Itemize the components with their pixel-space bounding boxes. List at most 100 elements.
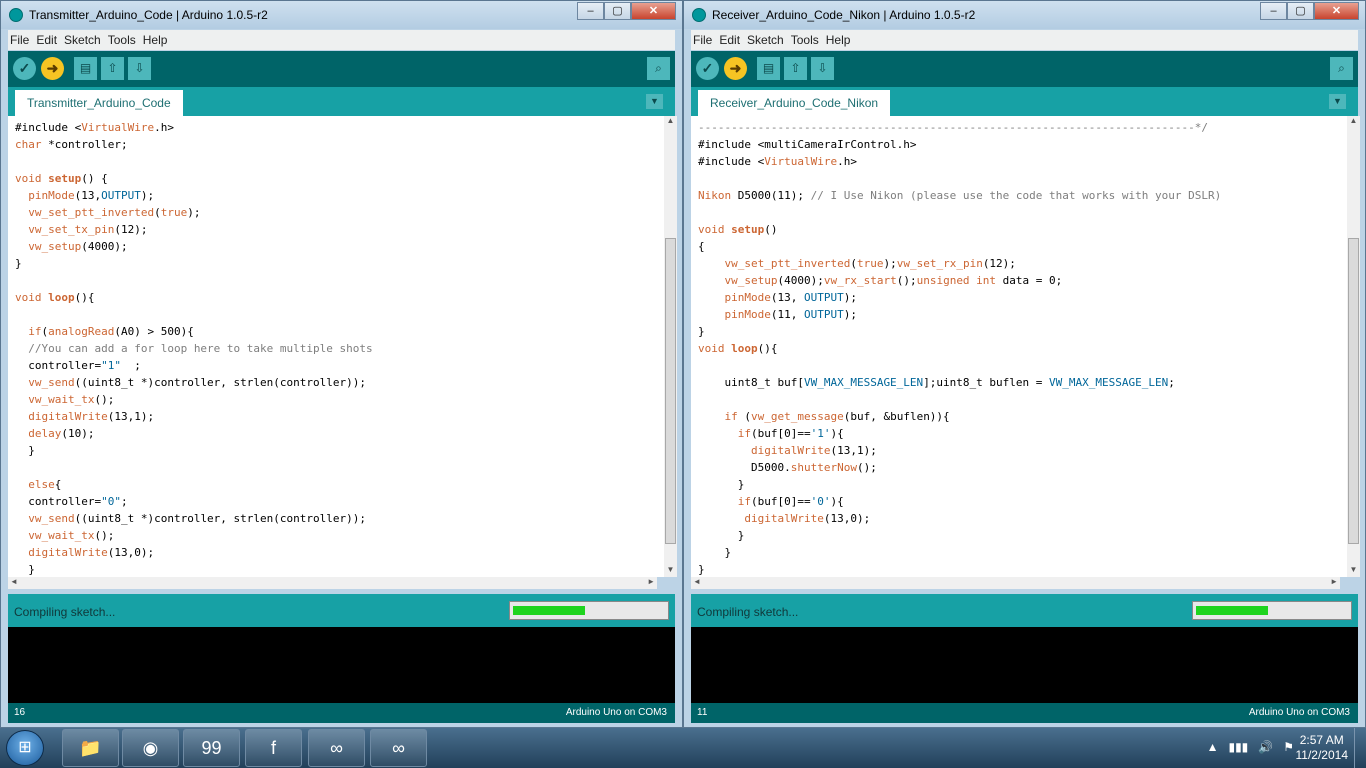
title-bar[interactable]: Transmitter_Arduino_Code | Arduino 1.0.5… bbox=[1, 1, 682, 29]
code-token: (); bbox=[896, 274, 917, 287]
scroll-left-icon[interactable]: ◄ bbox=[10, 577, 18, 586]
status-text: Compiling sketch... bbox=[14, 605, 116, 619]
volume-icon[interactable]: 🔊 bbox=[1258, 740, 1273, 754]
serial-monitor-button[interactable]: ⌕ bbox=[647, 57, 670, 80]
network-icon[interactable]: ▮▮▮ bbox=[1228, 740, 1248, 754]
tab-menu-button[interactable]: ▼ bbox=[1329, 94, 1346, 109]
arrow-up-icon: ⇧ bbox=[790, 61, 801, 75]
code-text: ----------------------------------------… bbox=[698, 119, 1347, 577]
upload-button[interactable]: ➜ bbox=[41, 57, 64, 80]
code-line: vw_set_tx_pin(12); bbox=[15, 221, 664, 238]
code-line: char *controller; bbox=[15, 136, 664, 153]
board-info: Arduino Uno on COM3 bbox=[565, 707, 667, 718]
console-output[interactable] bbox=[8, 627, 675, 703]
code-token: void bbox=[698, 342, 725, 355]
status-text: Compiling sketch... bbox=[697, 605, 799, 619]
code-editor[interactable]: ----------------------------------------… bbox=[691, 116, 1347, 577]
new-sketch-button[interactable]: ▤ bbox=[757, 57, 780, 80]
maximize-button[interactable]: ▢ bbox=[604, 2, 631, 20]
code-token: } bbox=[15, 563, 35, 576]
maximize-button[interactable]: ▢ bbox=[1287, 2, 1314, 20]
code-token: vw_setup bbox=[724, 274, 778, 287]
code-line: controller="0"; bbox=[15, 493, 664, 510]
code-line: delay(10); bbox=[15, 425, 664, 442]
tray-expand-icon[interactable]: ▲ bbox=[1207, 740, 1219, 754]
code-token: OUTPUT bbox=[803, 308, 844, 321]
start-button[interactable]: ⊞ bbox=[6, 730, 44, 766]
scroll-left-icon[interactable]: ◄ bbox=[693, 577, 701, 586]
action-center-icon[interactable]: ⚑ bbox=[1283, 740, 1294, 754]
code-token: D5000(11); bbox=[731, 189, 811, 202]
menu-file[interactable]: File bbox=[693, 33, 712, 47]
menu-help[interactable]: Help bbox=[143, 33, 168, 47]
show-desktop-button[interactable] bbox=[1354, 728, 1366, 768]
tab-transmitter[interactable]: Transmitter_Arduino_Code bbox=[15, 90, 183, 116]
taskbar-foxit[interactable]: f bbox=[245, 729, 302, 767]
scroll-down-icon[interactable]: ▼ bbox=[664, 565, 677, 577]
tab-menu-button[interactable]: ▼ bbox=[646, 94, 663, 109]
taskbar-arduino-1[interactable]: ∞ bbox=[308, 729, 365, 767]
open-sketch-button[interactable]: ⇧ bbox=[101, 57, 124, 80]
tab-bar: Transmitter_Arduino_Code ▼ bbox=[8, 87, 675, 116]
taskbar-explorer[interactable]: 📁 bbox=[62, 729, 119, 767]
scroll-thumb[interactable] bbox=[665, 238, 676, 544]
close-button[interactable]: ✕ bbox=[1314, 2, 1359, 20]
menu-edit[interactable]: Edit bbox=[719, 33, 740, 47]
scroll-up-icon[interactable]: ▲ bbox=[664, 116, 677, 128]
vertical-scrollbar[interactable]: ▲ ▼ bbox=[1347, 116, 1360, 577]
code-token: #include < bbox=[698, 155, 765, 168]
serial-monitor-button[interactable]: ⌕ bbox=[1330, 57, 1353, 80]
status-bar: Compiling sketch... bbox=[691, 594, 1358, 627]
menu-tools[interactable]: Tools bbox=[108, 33, 136, 47]
code-token: } bbox=[15, 257, 22, 270]
code-line: digitalWrite(13,0); bbox=[15, 544, 664, 561]
code-token: (); bbox=[94, 529, 115, 542]
save-sketch-button[interactable]: ⇩ bbox=[128, 57, 151, 80]
code-token: ); bbox=[843, 308, 857, 321]
title-bar[interactable]: Receiver_Arduino_Code_Nikon | Arduino 1.… bbox=[684, 1, 1365, 29]
minimize-button[interactable]: – bbox=[577, 2, 604, 20]
code-token: controller= bbox=[15, 495, 102, 508]
code-editor[interactable]: #include <VirtualWire.h> char *controller… bbox=[8, 116, 664, 577]
save-sketch-button[interactable]: ⇩ bbox=[811, 57, 834, 80]
menu-sketch[interactable]: Sketch bbox=[64, 33, 101, 47]
scroll-thumb[interactable] bbox=[1348, 238, 1359, 544]
verify-button[interactable]: ✓ bbox=[13, 57, 36, 80]
code-token: (4000); bbox=[777, 274, 824, 287]
chevron-down-icon: ▼ bbox=[1333, 96, 1342, 106]
upload-button[interactable]: ➜ bbox=[724, 57, 747, 80]
code-line: void loop(){ bbox=[15, 289, 664, 306]
scroll-up-icon[interactable]: ▲ bbox=[1347, 116, 1360, 128]
menu-edit[interactable]: Edit bbox=[36, 33, 57, 47]
console-output[interactable] bbox=[691, 627, 1358, 703]
code-token: ){ bbox=[830, 495, 844, 508]
code-token: (buf[0]== bbox=[751, 495, 811, 508]
taskbar-99[interactable]: 99 bbox=[183, 729, 240, 767]
horizontal-scrollbar[interactable]: ◄ ► bbox=[691, 577, 1340, 589]
tab-receiver[interactable]: Receiver_Arduino_Code_Nikon bbox=[698, 90, 891, 116]
menu-tools[interactable]: Tools bbox=[791, 33, 819, 47]
progress-bar bbox=[1192, 601, 1352, 620]
code-token: digitalWrite bbox=[28, 546, 108, 559]
verify-button[interactable]: ✓ bbox=[696, 57, 719, 80]
scroll-down-icon[interactable]: ▼ bbox=[1347, 565, 1360, 577]
vertical-scrollbar[interactable]: ▲ ▼ bbox=[664, 116, 677, 577]
scroll-right-icon[interactable]: ► bbox=[1330, 577, 1338, 586]
open-sketch-button[interactable]: ⇧ bbox=[784, 57, 807, 80]
close-button[interactable]: ✕ bbox=[631, 2, 676, 20]
new-sketch-button[interactable]: ▤ bbox=[74, 57, 97, 80]
menu-sketch[interactable]: Sketch bbox=[747, 33, 784, 47]
clock[interactable]: 2:57 AM 11/2/2014 bbox=[1296, 733, 1349, 763]
scroll-right-icon[interactable]: ► bbox=[647, 577, 655, 586]
taskbar-chrome[interactable]: ◉ bbox=[122, 729, 179, 767]
menu-help[interactable]: Help bbox=[826, 33, 851, 47]
code-line: } bbox=[698, 544, 1347, 561]
minimize-button[interactable]: – bbox=[1260, 2, 1287, 20]
horizontal-scrollbar[interactable]: ◄ ► bbox=[8, 577, 657, 589]
menu-file[interactable]: File bbox=[10, 33, 29, 47]
taskbar-arduino-2[interactable]: ∞ bbox=[370, 729, 427, 767]
